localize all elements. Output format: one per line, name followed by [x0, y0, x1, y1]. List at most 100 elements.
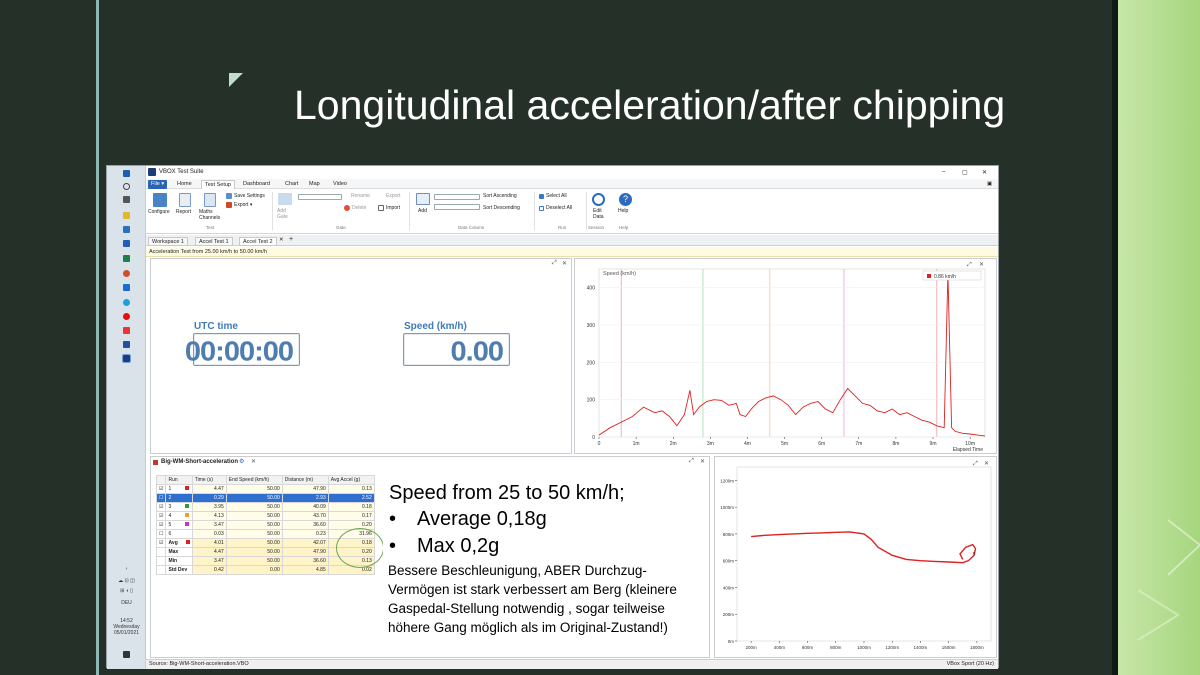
row-checkbox[interactable]: ☑ [155, 511, 167, 521]
select-all-button[interactable]: Select All [546, 193, 567, 199]
table-tab-close-icon[interactable]: ✕ [251, 458, 256, 465]
column-input-1[interactable] [434, 194, 480, 200]
row-checkbox[interactable] [155, 565, 167, 575]
menu-map[interactable]: Map [306, 180, 323, 189]
import-button[interactable]: Import [386, 205, 400, 211]
menu-file[interactable]: File ▾ [148, 180, 168, 189]
tab-close-icon[interactable]: ✕ [279, 237, 284, 243]
rename-button[interactable]: Rename [351, 193, 370, 199]
deselect-all-button[interactable]: Deselect All [546, 205, 572, 211]
menu-test-setup[interactable]: Test Setup [201, 180, 235, 189]
vpn-icon[interactable] [123, 284, 130, 291]
configure-button[interactable]: Configure [148, 209, 170, 215]
explorer-icon[interactable] [123, 212, 130, 219]
row-checkbox[interactable]: ☑ [155, 538, 167, 548]
edge-icon[interactable] [123, 299, 130, 306]
start-icon[interactable] [123, 170, 130, 177]
table-header-cell[interactable]: Avg Accel (g) [327, 475, 375, 485]
save-settings-button[interactable]: Save Settings [234, 193, 265, 199]
table-row[interactable]: ☑ 4 4.13 50.00 43.70 0.17 [155, 511, 375, 521]
panel-expand-icon[interactable]: ⤢ [689, 458, 694, 465]
maths-channels-button[interactable]: Maths Channels [199, 209, 220, 221]
table-header-cell[interactable]: End Speed (km/h) [225, 475, 283, 485]
menu-video[interactable]: Video [330, 180, 350, 189]
notification-icon[interactable] [123, 651, 130, 658]
task-view-icon[interactable] [123, 196, 130, 203]
table-header-cell[interactable]: Time (s) [191, 475, 227, 485]
store-icon[interactable] [123, 226, 130, 233]
panel-expand-icon[interactable]: ⤢ [552, 260, 557, 267]
row-checkbox[interactable]: ☐ [155, 493, 167, 503]
row-checkbox[interactable]: ☑ [155, 484, 167, 494]
x-tick-label: 600m [802, 645, 814, 650]
left-accent-line [96, 0, 99, 675]
report-button[interactable]: Report [176, 209, 191, 215]
add-tab-button[interactable]: + [289, 236, 293, 243]
table-row[interactable]: ☑ 3 3.95 50.00 40.09 0.18 [155, 502, 375, 512]
tab-accel-test-2[interactable]: Accel Test 2 [239, 237, 277, 246]
outlook-icon[interactable] [123, 240, 130, 247]
row-checkbox[interactable]: ☑ [155, 520, 167, 530]
chrome-icon[interactable] [123, 270, 130, 277]
tray-icons[interactable]: ☁ ⊡ ◫ [107, 578, 146, 584]
sort-descending-button[interactable]: Sort Descending [483, 205, 520, 211]
table-row[interactable]: ☑ 5 3.47 50.00 36.60 0.20 [155, 520, 375, 530]
help-button[interactable]: Help [618, 208, 628, 214]
table-row[interactable]: ☑ 1 4.47 50.00 47.90 0.13 [155, 484, 375, 494]
app-red-icon[interactable] [123, 327, 130, 334]
ribbon-collapse-icon[interactable]: ▣ [984, 180, 995, 189]
row-checkbox[interactable]: ☑ [155, 502, 167, 512]
panel-close-icon: ✕ [979, 262, 984, 268]
row-checkbox[interactable] [155, 556, 167, 566]
edit-data-button[interactable]: Edit Data [593, 208, 604, 220]
tray-icons-2[interactable]: ⊞ ◖ ▯ [107, 588, 146, 594]
table-header-cell[interactable] [155, 475, 167, 485]
gate-dropdown[interactable] [298, 194, 342, 200]
table-header-cell[interactable]: Run [165, 475, 193, 485]
end-speed-cell: 50.00 [225, 547, 283, 557]
table-row[interactable]: ☐ 2 0.29 50.00 2.93 2.52 [155, 493, 375, 503]
speed-label: Speed (km/h) [404, 321, 467, 332]
language-indicator[interactable]: DEU [107, 600, 146, 606]
distance-cell: 47.90 [281, 484, 329, 494]
vbox-icon[interactable] [122, 354, 131, 363]
menu-home[interactable]: Home [174, 180, 195, 189]
tab-accel-test-1[interactable]: Accel Test 1 [195, 237, 233, 246]
map-chart[interactable]: 0m 200m 400m 600m 800m 1000m 1200m 200m 400m 600m… [715, 457, 996, 657]
sort-ascending-button[interactable]: Sort Ascending [483, 193, 517, 199]
delete-button[interactable]: Delete [352, 205, 366, 211]
position-marker: × [972, 551, 976, 557]
minimize-button[interactable]: – [942, 169, 945, 175]
app-blue-icon[interactable] [123, 341, 130, 348]
column-input-2[interactable] [434, 204, 480, 210]
add-gate-button[interactable]: Add Gate [277, 208, 288, 220]
row-checkbox[interactable] [155, 547, 167, 557]
speed-chart[interactable]: 01002003004000 1m 2m 3m 4m 5m 6m 7m 8m 9m 10mSpeed… [575, 259, 996, 453]
menu-chart[interactable]: Chart [282, 180, 301, 189]
right-bar-pattern [1137, 519, 1200, 641]
search-icon[interactable] [123, 183, 130, 190]
export-button[interactable]: Export ▾ [234, 202, 252, 208]
excel-icon[interactable] [123, 255, 130, 262]
table-header-cell[interactable]: Distance (m) [281, 475, 329, 485]
tray-chevron-icon[interactable]: › [107, 566, 146, 572]
utc-time-value: 00:00:00 [184, 336, 294, 368]
distance-cell: 47.90 [281, 547, 329, 557]
gear-icon[interactable]: ⚙ [239, 458, 244, 465]
avg-accel-cell: 0.13 [327, 484, 375, 494]
panel-close-icon[interactable]: ✕ [562, 260, 567, 267]
close-button[interactable]: ✕ [982, 169, 987, 176]
tab-workspace-1[interactable]: Workspace 1 [148, 237, 188, 246]
export-gate-button[interactable]: Export [386, 193, 400, 199]
menu-dashboard[interactable]: Dashboard [240, 180, 273, 189]
table-panel-icon [153, 460, 158, 465]
row-checkbox[interactable]: ☐ [155, 529, 167, 539]
add-column-button[interactable]: Add [418, 208, 427, 214]
info-bar: Acceleration Test from 25.00 km/h to 50.… [146, 247, 998, 257]
panel-close-icon[interactable]: ✕ [700, 458, 705, 465]
end-speed-cell: 50.00 [225, 538, 283, 548]
add-column-icon [416, 193, 430, 205]
opera-icon[interactable] [123, 313, 130, 320]
summary-row[interactable]: Std Dev 0.42 0.00 4.85 0.02 [155, 565, 375, 575]
maximize-button[interactable]: ▢ [962, 169, 968, 176]
